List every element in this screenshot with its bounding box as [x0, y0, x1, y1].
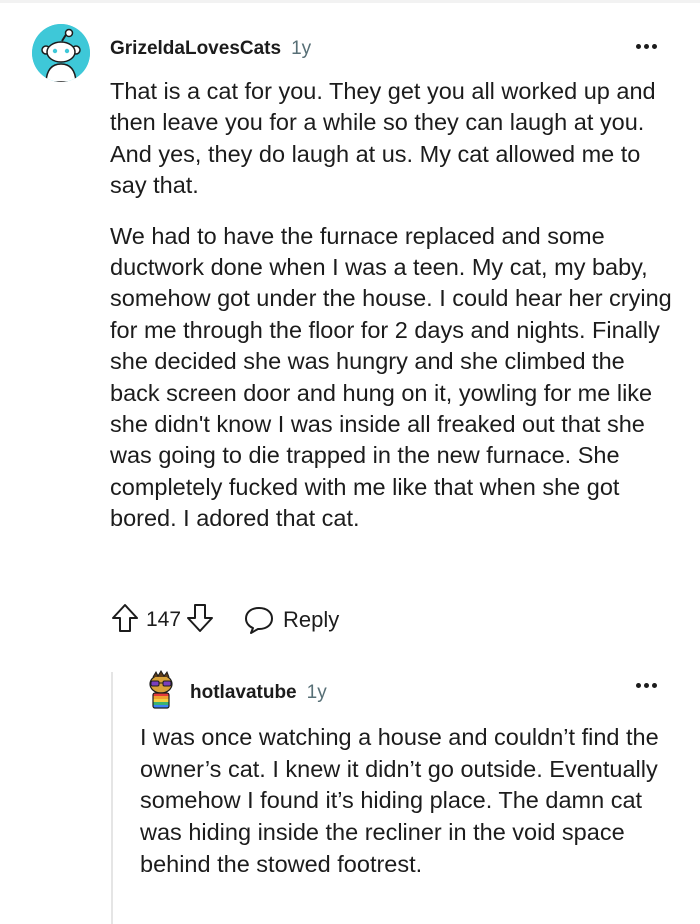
reply-more-button[interactable] [636, 683, 657, 688]
reply-label: Reply [283, 607, 340, 632]
comment-more-button[interactable] [636, 44, 657, 49]
reply-button[interactable]: Reply [243, 605, 339, 635]
comment-username[interactable]: GrizeldaLovesCats [110, 38, 281, 60]
comment-meta: GrizeldaLovesCats 1y [110, 38, 311, 60]
comment-body: That is a cat for you. They get you all … [110, 76, 678, 535]
arrow-down-icon [187, 603, 214, 632]
reply-paragraph: I was once watching a house and couldn’t… [140, 724, 659, 877]
reply-username[interactable]: hotlavatube [190, 682, 297, 704]
reply-meta: hotlavatube 1y [190, 682, 327, 704]
comment-action-bar: 147 Reply [110, 602, 339, 639]
more-horizontal-icon [636, 44, 657, 49]
comment-timestamp[interactable]: 1y [291, 38, 311, 60]
vote-count: 147 [146, 608, 182, 631]
more-horizontal-icon [636, 683, 657, 688]
arrow-up-icon [112, 603, 138, 632]
snoo-avatar-icon [32, 24, 90, 82]
vote-controls: 147 [110, 602, 215, 639]
reply-timestamp[interactable]: 1y [307, 682, 327, 704]
top-divider [0, 0, 700, 3]
thread-line[interactable] [111, 672, 113, 924]
upvote-button[interactable] [110, 602, 140, 639]
comment-paragraph: That is a cat for you. They get you all … [110, 78, 656, 199]
comment-paragraph: We had to have the furnace replaced and … [110, 222, 672, 532]
reply-body: I was once watching a house and couldn’t… [140, 722, 685, 881]
snoo-avatar-icon [149, 670, 173, 709]
downvote-button[interactable] [185, 602, 215, 639]
user-avatar[interactable] [32, 24, 90, 82]
reply-user-avatar[interactable] [143, 670, 179, 710]
speech-bubble-icon [245, 607, 274, 634]
